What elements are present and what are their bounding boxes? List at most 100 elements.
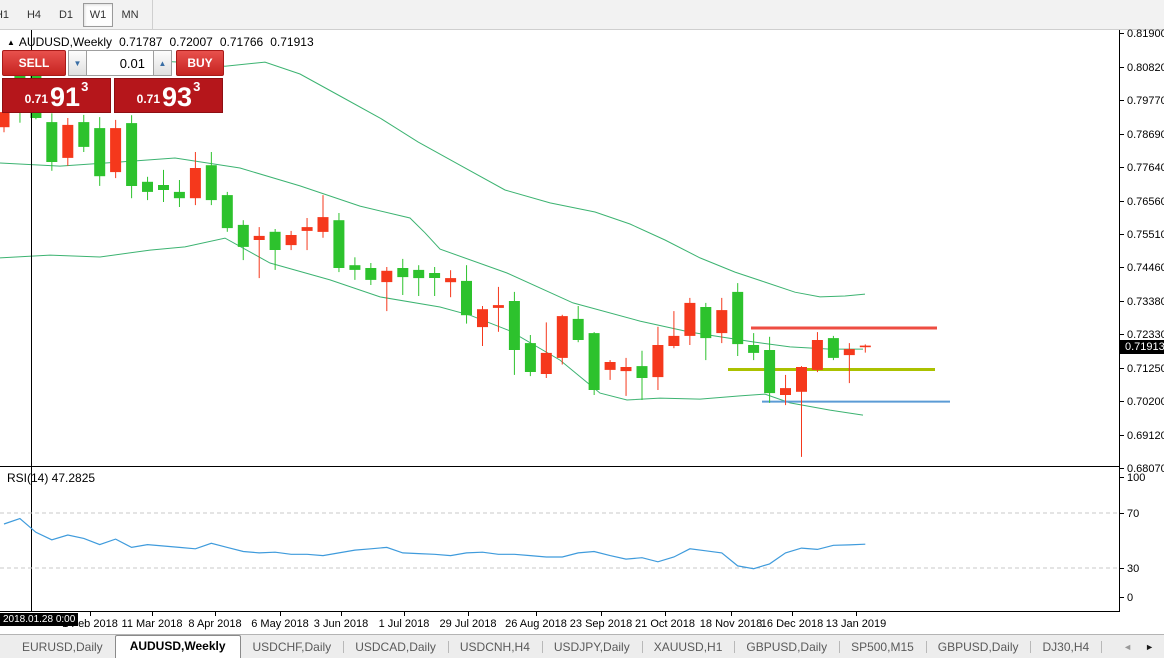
date-tick <box>665 612 666 616</box>
crosshair-date-label: 2018.01.28 0:00 <box>0 613 78 626</box>
candle-body <box>605 362 616 370</box>
tabs-scroll-left-icon[interactable]: ◄ <box>1121 640 1134 654</box>
price-axis-label: 0.73380 <box>1120 295 1164 308</box>
candle-body <box>445 278 456 282</box>
tab-usdcad-daily[interactable]: USDCAD,Daily <box>343 636 448 658</box>
candle-body <box>509 301 520 350</box>
date-tick <box>731 612 732 616</box>
mt4-window: H1H4D1W1MN ▲ AUDUSD,Weekly 0.71787 0.720… <box>0 0 1164 658</box>
candle-body <box>621 367 632 371</box>
buy-button[interactable]: BUY <box>176 50 224 76</box>
candle-body <box>716 310 727 333</box>
axis-tick <box>1120 201 1124 202</box>
candle-body <box>126 123 137 186</box>
candle-body <box>333 220 344 268</box>
candle-body <box>222 195 233 228</box>
tab-usdcnh-h4[interactable]: USDCNH,H4 <box>448 636 542 658</box>
ask-price-box[interactable]: 0.71 93 3 <box>114 78 223 113</box>
price-axis-label: 0.76560 <box>1120 195 1164 208</box>
tab-gbpusd-daily[interactable]: GBPUSD,Daily <box>734 636 839 658</box>
tab-usdchf-daily[interactable]: USDCHF,Daily <box>241 636 344 658</box>
date-tick <box>90 612 91 616</box>
axis-tick <box>1120 134 1124 135</box>
candle-body <box>573 319 584 340</box>
axis-tick <box>1120 267 1124 268</box>
candle-body <box>652 345 663 377</box>
timeframe-button-w1[interactable]: W1 <box>83 3 113 27</box>
price-axis-label: 0.80820 <box>1120 61 1164 74</box>
timeframe-button-mn[interactable]: MN <box>115 3 145 27</box>
candle-body <box>732 292 743 344</box>
time-axis[interactable]: 2018.01.28 0:00 1 Feb 201811 Mar 20188 A… <box>0 612 1120 634</box>
candle-body <box>286 235 297 245</box>
axis-tick <box>1120 597 1124 598</box>
chart-canvas[interactable] <box>0 30 1120 612</box>
rsi-axis-label: 70 <box>1120 507 1139 520</box>
candle-body <box>46 122 57 162</box>
bid-price-big: 91 <box>50 86 80 109</box>
sell-button[interactable]: SELL <box>2 50 66 76</box>
price-chart[interactable] <box>0 30 1120 612</box>
date-tick <box>601 612 602 616</box>
rsi-line <box>4 519 865 569</box>
chart-tab-bar: EURUSD,DailyAUDUSD,WeeklyUSDCHF,DailyUSD… <box>0 634 1164 658</box>
axis-tick <box>1120 468 1124 469</box>
candle-body <box>413 270 424 278</box>
tab-usdjpy-daily[interactable]: USDJPY,Daily <box>542 636 642 658</box>
candle-body <box>477 309 488 327</box>
rsi-axis-label: 30 <box>1120 562 1139 575</box>
lot-size-input[interactable] <box>87 50 153 76</box>
tab-sp500-m15[interactable]: SP500,M15 <box>839 636 926 658</box>
candle-body <box>764 350 775 393</box>
lot-increase-button[interactable]: ▲ <box>153 50 172 76</box>
axis-tick <box>1120 33 1124 34</box>
candle-body <box>780 388 791 395</box>
candle-body <box>174 192 185 198</box>
candle-body <box>812 340 823 370</box>
timeframe-button-h1[interactable]: H1 <box>0 3 17 27</box>
candle-body <box>668 336 679 346</box>
price-axis[interactable]: 0.71913 0.819000.808200.797700.786900.77… <box>1120 30 1164 612</box>
candle-body <box>397 268 408 277</box>
ask-price-pipette: 3 <box>193 79 200 94</box>
axis-tick <box>1120 301 1124 302</box>
bid-price-pipette: 3 <box>81 79 88 94</box>
axis-tick <box>1120 513 1124 514</box>
candle-body <box>525 343 536 372</box>
candle-body <box>860 346 871 348</box>
bid-price-box[interactable]: 0.71 91 3 <box>2 78 111 113</box>
price-axis-label: 0.78690 <box>1120 128 1164 141</box>
candle-body <box>557 316 568 358</box>
price-axis-label: 0.71250 <box>1120 362 1164 375</box>
date-tick <box>792 612 793 616</box>
axis-tick <box>1120 67 1124 68</box>
candle-body <box>206 165 217 200</box>
date-axis-label: 16 Dec 2018 <box>761 618 823 630</box>
candle-body <box>0 112 10 127</box>
date-axis-label: 18 Nov 2018 <box>700 618 762 630</box>
candle-body <box>828 338 839 358</box>
tab-dj30-h4[interactable]: DJ30,H4 <box>1030 636 1101 658</box>
tab-audusd-weekly[interactable]: AUDUSD,Weekly <box>115 635 241 658</box>
candle-body <box>254 236 265 240</box>
lot-decrease-button[interactable]: ▼ <box>68 50 87 76</box>
timeframe-button-h4[interactable]: H4 <box>19 3 49 27</box>
date-axis-label: 1 Jul 2018 <box>379 618 430 630</box>
timeframe-button-d1[interactable]: D1 <box>51 3 81 27</box>
ohlc-close: 0.71913 <box>270 35 313 49</box>
band-upper <box>140 60 865 297</box>
date-axis-label: 26 Aug 2018 <box>505 618 567 630</box>
axis-tick <box>1120 167 1124 168</box>
candle-body <box>381 271 392 282</box>
price-axis-label: 0.75510 <box>1120 228 1164 241</box>
axis-tick <box>1120 100 1124 101</box>
bid-price-prefix: 0.71 <box>25 92 48 106</box>
candle-body <box>684 303 695 336</box>
tab-xauusd-h1[interactable]: XAUUSD,H1 <box>642 636 735 658</box>
tab-eurusd-daily[interactable]: EURUSD,Daily <box>10 636 115 658</box>
tabs-scroll-right-icon[interactable]: ► <box>1143 640 1156 654</box>
axis-tick <box>1120 234 1124 235</box>
tab-gbpusd-daily[interactable]: GBPUSD,Daily <box>926 636 1031 658</box>
candle-body <box>142 182 153 192</box>
candle-body <box>365 268 376 280</box>
